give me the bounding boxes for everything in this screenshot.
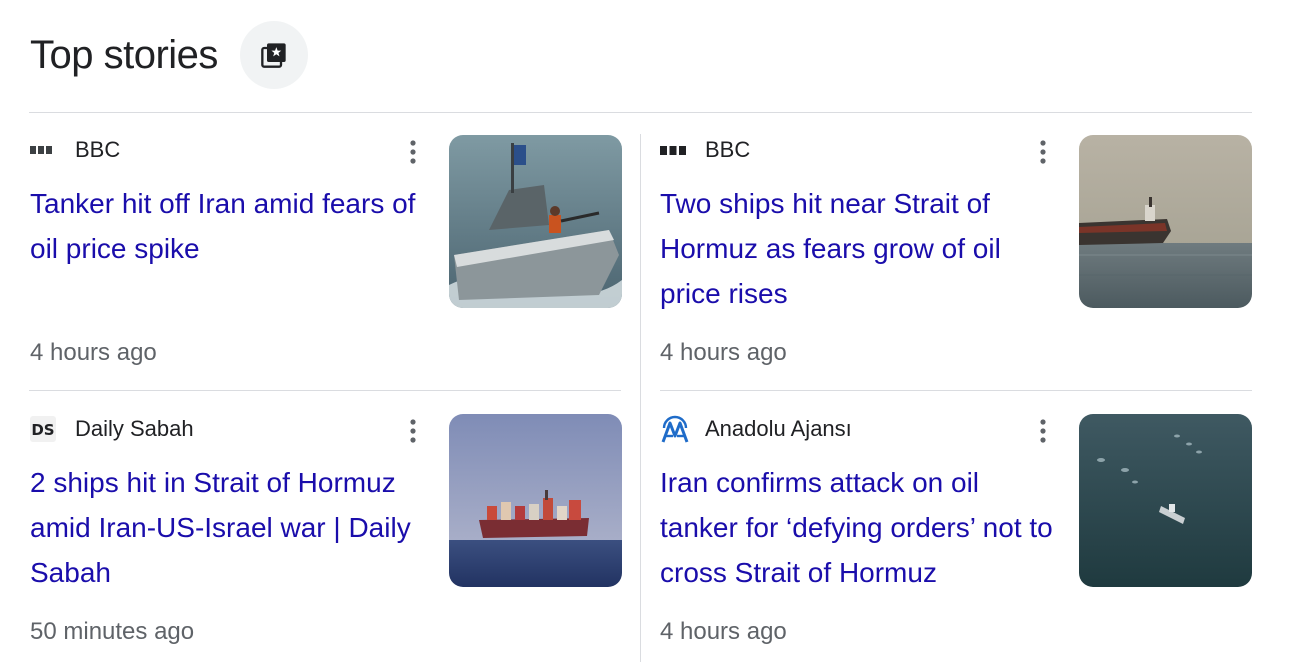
story-card[interactable]: BBC Tanker hit off Iran amid fears of oi…	[30, 135, 622, 390]
header-divider	[29, 112, 1252, 113]
story-headline[interactable]: Tanker hit off Iran amid fears of oil pr…	[30, 181, 430, 271]
more-options-button[interactable]	[1028, 414, 1058, 448]
story-source: Anadolu Ajansı	[660, 414, 852, 444]
more-vert-icon	[410, 140, 416, 164]
section-title: Top stories	[30, 33, 218, 77]
story-headline[interactable]: Iran confirms attack on oil tanker for ‘…	[660, 460, 1060, 595]
column-divider	[640, 134, 641, 662]
source-name: BBC	[75, 137, 121, 162]
more-vert-icon	[1040, 419, 1046, 443]
story-card[interactable]: Anadolu Ajansı Iran confirms attack on o…	[660, 414, 1252, 662]
story-headline[interactable]: Two ships hit near Strait of Hormuz as f…	[660, 181, 1060, 316]
anadolu-ajansi-logo-icon	[660, 414, 690, 444]
story-time: 50 minutes ago	[30, 618, 195, 645]
story-time: 4 hours ago	[660, 618, 787, 645]
top-stories-module: Top stories BBC Tanker hit off Iran amid…	[0, 0, 1291, 662]
bbc-logo-icon	[30, 135, 60, 165]
save-to-collection-button[interactable]	[239, 21, 308, 89]
story-thumbnail[interactable]	[449, 135, 622, 308]
story-source: BBC	[660, 135, 750, 165]
row-divider-left	[29, 390, 621, 391]
more-options-button[interactable]	[398, 135, 428, 169]
more-options-button[interactable]	[398, 414, 428, 448]
daily-sabah-logo-icon: DS	[30, 414, 60, 444]
bbc-logo-icon	[660, 135, 690, 165]
daily-sabah-logo-text: DS	[31, 421, 54, 439]
story-source: DS Daily Sabah	[30, 414, 194, 444]
source-name: Daily Sabah	[75, 416, 194, 441]
story-time: 4 hours ago	[30, 339, 157, 366]
story-thumbnail[interactable]	[1079, 135, 1252, 308]
story-card[interactable]: DS Daily Sabah 2 ships hit in Strait of …	[30, 414, 622, 662]
story-source: BBC	[30, 135, 120, 165]
story-card[interactable]: BBC Two ships hit near Strait of Hormuz …	[660, 135, 1252, 390]
story-thumbnail[interactable]	[449, 414, 622, 587]
top-stories-header: Top stories	[30, 20, 308, 90]
more-vert-icon	[1040, 140, 1046, 164]
more-options-button[interactable]	[1028, 135, 1058, 169]
story-headline[interactable]: 2 ships hit in Strait of Hormuz amid Ira…	[30, 460, 430, 595]
story-thumbnail[interactable]	[1079, 414, 1252, 587]
more-vert-icon	[410, 419, 416, 443]
row-divider-right	[660, 390, 1252, 391]
story-time: 4 hours ago	[660, 339, 787, 366]
source-name: Anadolu Ajansı	[705, 416, 852, 441]
source-name: BBC	[705, 137, 751, 162]
bookmark-star-icon	[261, 43, 286, 68]
